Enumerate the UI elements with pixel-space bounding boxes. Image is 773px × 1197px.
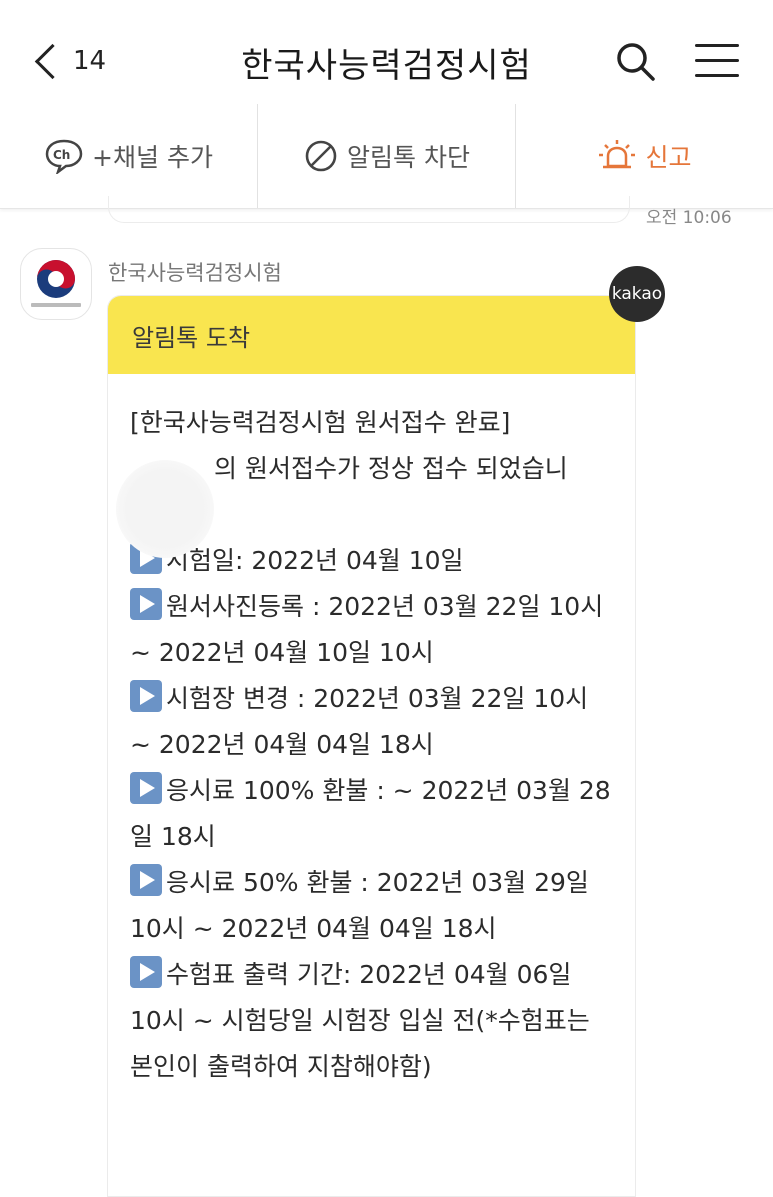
block-label: 알림톡 차단 xyxy=(347,143,470,172)
siren-icon xyxy=(599,140,636,169)
sender-name: 한국사능력검정시험 xyxy=(108,261,282,285)
kakao-badge[interactable]: kakao xyxy=(609,266,665,322)
menu-icon[interactable] xyxy=(695,44,739,78)
top-bar: 14 한국사능력검정시험 xyxy=(0,0,773,120)
channel-icon: Ch xyxy=(45,139,83,174)
info-line: 시험일: 2022년 04월 10일 xyxy=(130,538,611,584)
message-time: 오전 10:06 xyxy=(646,208,732,228)
search-icon[interactable] xyxy=(614,40,658,84)
add-channel-button[interactable]: Ch +채널 추가 xyxy=(0,104,257,208)
taegeuk-logo-icon xyxy=(31,260,81,307)
redacted-name-blur xyxy=(116,460,214,558)
info-line: 시험장 변경 : 2022년 03월 22일 10시 ~ 2022년 04월 0… xyxy=(130,676,611,768)
previous-message-bubble xyxy=(108,196,630,223)
channel-action-bar: Ch +채널 추가 알림톡 차단 신고 xyxy=(0,104,773,209)
message-title: [한국사능력검정시험 원서접수 완료] xyxy=(130,408,511,437)
info-line: 응시료 50% 환불 : 2022년 03월 29일 10시 ~ 2022년 0… xyxy=(130,860,611,952)
add-channel-label: +채널 추가 xyxy=(92,143,213,172)
report-button[interactable]: 신고 xyxy=(515,104,773,208)
block-icon xyxy=(305,140,337,172)
block-alimtalk-button[interactable]: 알림톡 차단 xyxy=(257,104,515,208)
card-header: 알림톡 도착 xyxy=(108,296,635,374)
alimtalk-card: 알림톡 도착 [한국사능력검정시험 원서접수 완료] 의 원서접수가 정상 접수… xyxy=(107,295,636,1197)
play-icon xyxy=(130,864,162,896)
info-line: 원서사진등록 : 2022년 03월 22일 10시 ~ 2022년 04월 1… xyxy=(130,584,611,676)
play-icon xyxy=(130,680,162,712)
report-label: 신고 xyxy=(645,143,692,172)
channel-avatar[interactable] xyxy=(20,248,92,320)
svg-text:Ch: Ch xyxy=(53,148,70,162)
play-icon xyxy=(130,956,162,988)
info-line: 수험표 출력 기간: 2022년 04월 06일 10시 ~ 시험당일 시험장 … xyxy=(130,952,611,1090)
play-icon xyxy=(130,588,162,620)
info-line: 응시료 100% 환불 : ~ 2022년 03월 28일 18시 xyxy=(130,768,611,860)
play-icon xyxy=(130,772,162,804)
